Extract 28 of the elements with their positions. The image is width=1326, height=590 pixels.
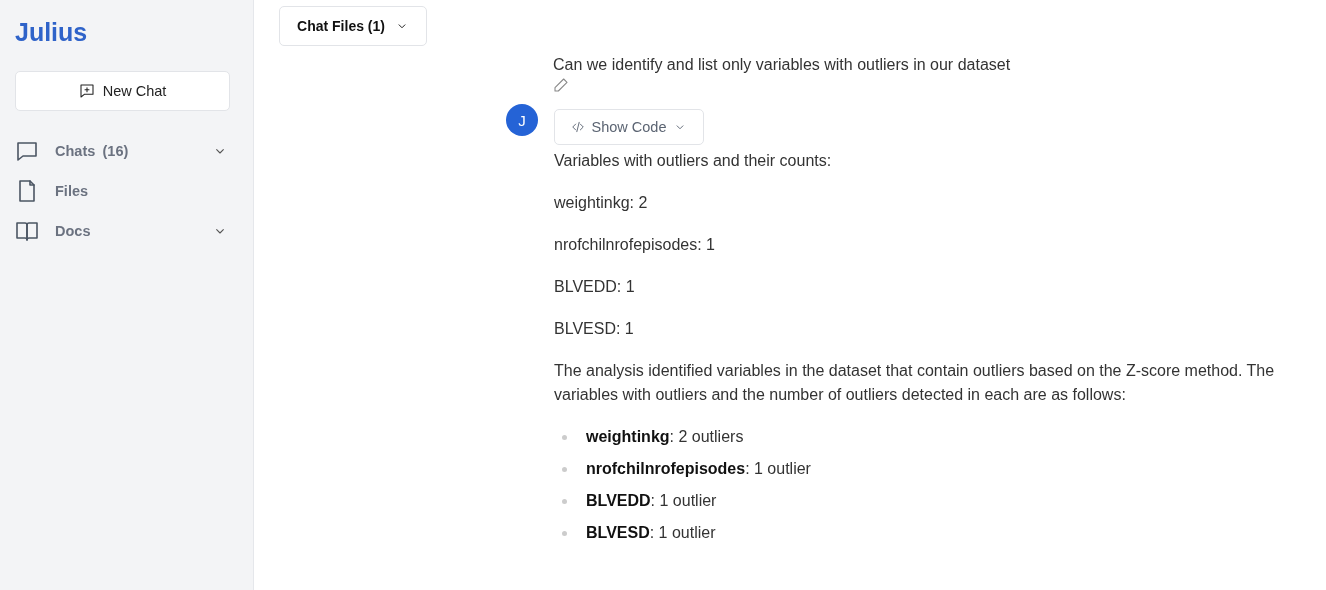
response-text: BLVESD: 1: [554, 319, 635, 339]
sidebar-item[interactable]: Files: [15, 171, 230, 211]
bullet-icon: [562, 434, 567, 440]
sidebar-item[interactable]: Chats (16): [15, 131, 230, 171]
chat-files-button[interactable]: Chat Files (1): [279, 6, 427, 46]
new-chat-button[interactable]: New Chat: [15, 71, 230, 111]
response-text: nrofchilnrofepisodes: 1: [554, 235, 716, 255]
show-code-button[interactable]: Show Code: [554, 109, 704, 145]
bullet-icon: [562, 466, 567, 472]
app-logo: Julius: [15, 18, 88, 47]
book-icon: [15, 219, 39, 243]
response-text: Variables with outliers and their counts:: [554, 151, 833, 171]
pencil-icon: [553, 77, 569, 93]
user-message: Can we identify and list only variables with outliers in our dataset: [553, 55, 1012, 75]
list-item-text: weightinkg: 2 outliers: [586, 428, 744, 446]
response-text: weightinkg: 2: [554, 193, 649, 213]
assistant-avatar: J: [506, 104, 538, 136]
chat-plus-icon: [78, 83, 95, 99]
bullet-icon: [562, 530, 567, 536]
list-item-text: nrofchilnrofepisodes: 1 outlier: [586, 460, 811, 478]
response-text: BLVEDD: 1: [554, 277, 636, 297]
list-item-text: BLVEDD: 1 outlier: [586, 492, 717, 510]
speech-bubble-icon: [15, 139, 39, 163]
bullet-icon: [562, 498, 567, 504]
list-item-text: BLVESD: 1 outlier: [586, 524, 716, 542]
code-icon: [570, 120, 585, 134]
sidebar-item[interactable]: Docs: [15, 211, 230, 251]
response-text: The analysis identified variables in the dataset that contain outliers based on the Z-score method. The variables with outliers and the number of outliers detected in each are as follows:: [554, 361, 1276, 405]
